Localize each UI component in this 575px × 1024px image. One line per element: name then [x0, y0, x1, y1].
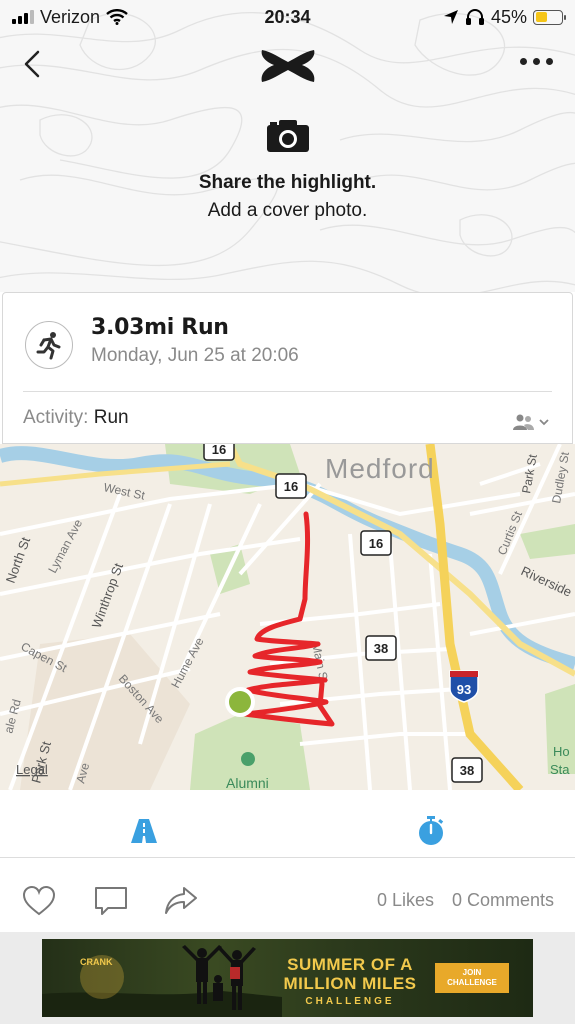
workout-date: Monday, Jun 25 at 20:06: [91, 345, 299, 366]
ad-headline: SUMMER OF A MILLION MILES: [274, 955, 426, 993]
under-armour-logo: [258, 48, 318, 84]
comment-bubble-icon: [95, 887, 127, 915]
road-icon: [131, 819, 157, 843]
dot-icon: [546, 58, 553, 65]
wifi-icon: [106, 9, 128, 25]
park-label: Alumni: [226, 775, 269, 790]
carrier-label: Verizon: [40, 6, 101, 27]
add-photo-button[interactable]: [265, 118, 311, 154]
route-shield-label: 38: [374, 641, 388, 656]
chevron-down-icon: [539, 419, 549, 426]
interstate-shield-label: 93: [457, 682, 471, 697]
interstate-shield-top: [450, 671, 478, 677]
activity-row: Activity: Run: [23, 407, 129, 429]
ad-headline-line2: MILLION MILES: [283, 974, 417, 993]
street-label: Riverside: [519, 563, 574, 599]
status-bar: Verizon 20:34 45%: [0, 0, 575, 34]
share-highlight-title: Share the highlight.: [198, 172, 377, 193]
workout-summary-card[interactable]: 3.03mi Run Monday, Jun 25 at 20:06 Activ…: [2, 292, 573, 444]
battery-level: [535, 12, 547, 22]
ad-headline-line1: SUMMER OF A: [287, 955, 413, 974]
map-legal-link[interactable]: Legal: [16, 762, 48, 777]
like-button[interactable]: [22, 885, 56, 921]
street-label: Winthrop St: [89, 561, 126, 630]
map-canvas: West St Lyman Ave North St Winthrop St C…: [0, 444, 575, 790]
ad-tagline: CHALLENGE: [305, 996, 395, 1007]
add-cover-photo-subtitle: Add a cover photo.: [207, 200, 368, 221]
ad-banner[interactable]: CRANK SUMMER OF A MILLION MILES CHALLENG…: [42, 939, 533, 1017]
street-label: Ho: [553, 744, 570, 759]
route-shield-label: 16: [369, 536, 383, 551]
back-button[interactable]: [18, 46, 48, 82]
ad-button-line2: CHALLENGE: [447, 978, 497, 987]
tab-route[interactable]: [130, 818, 158, 849]
headphones-icon: [465, 9, 484, 25]
dot-icon: [520, 58, 527, 65]
park-pin-icon: [241, 752, 255, 766]
ad-brand-logo: CRANK: [80, 957, 113, 967]
tab-splits[interactable]: [418, 816, 444, 851]
camera-icon: [267, 120, 309, 152]
start-marker[interactable]: [229, 691, 251, 713]
comment-button[interactable]: [94, 886, 128, 921]
heart-icon: [22, 885, 56, 916]
likes-count[interactable]: 0 Likes: [377, 890, 434, 911]
share-button[interactable]: [164, 886, 198, 921]
street-label: Lyman Ave: [45, 517, 85, 576]
park-area: [545, 684, 575, 774]
workout-title: 3.03mi Run: [91, 315, 229, 340]
running-person-icon: [36, 332, 61, 360]
social-actions-bar: 0 Likes 0 Comments: [0, 858, 575, 932]
activity-type-badge: [25, 321, 73, 369]
privacy-selector[interactable]: [512, 413, 550, 431]
street-label: Hume Ave: [168, 635, 206, 691]
workout-detail-tabs: [0, 790, 575, 858]
dot-icon: [533, 58, 540, 65]
signal-icon: [12, 10, 34, 24]
location-arrow-icon: [443, 10, 458, 24]
street-label: North St: [3, 535, 34, 585]
route-shield-label: 16: [284, 479, 298, 494]
battery-icon: [533, 9, 566, 25]
chevron-left-icon: [24, 50, 40, 78]
park-area: [520, 524, 575, 559]
battery-percent: 45%: [490, 6, 527, 27]
ad-button-line1: JOIN: [462, 968, 482, 977]
route-shield-label: 38: [460, 763, 474, 778]
street-label: Sta: [550, 762, 570, 777]
stopwatch-icon: [419, 816, 444, 845]
cover-photo-header[interactable]: Share the highlight. Add a cover photo.: [0, 0, 575, 292]
route-shield-label: 16: [212, 444, 226, 457]
activity-value: Run: [93, 407, 129, 428]
street-label: Park St: [519, 453, 540, 495]
friends-icon: [513, 414, 534, 430]
divider: [23, 391, 552, 392]
street-label: ale Rd: [1, 698, 24, 735]
street-label: West St: [102, 480, 146, 503]
city-label: Medford: [325, 453, 435, 484]
more-options-button[interactable]: [520, 58, 553, 65]
comments-count[interactable]: 0 Comments: [452, 890, 554, 911]
share-arrow-icon: [165, 887, 197, 914]
activity-label: Activity:: [23, 407, 89, 428]
ad-container: CRANK SUMMER OF A MILLION MILES CHALLENG…: [0, 932, 575, 1024]
ad-join-button[interactable]: JOIN CHALLENGE: [435, 963, 509, 993]
route-map[interactable]: West St Lyman Ave North St Winthrop St C…: [0, 444, 575, 790]
under-armour-logo-icon: [261, 50, 315, 82]
